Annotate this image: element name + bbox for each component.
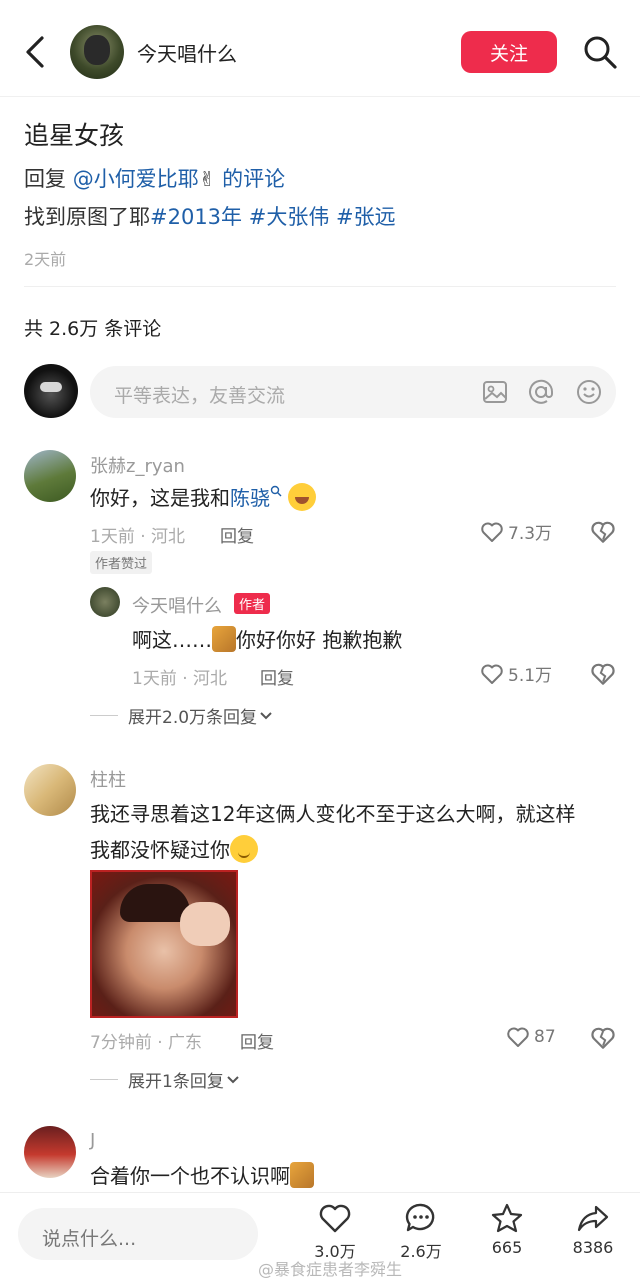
like-action[interactable]: 3.0万 (300, 1202, 370, 1262)
divider-dash (90, 1079, 118, 1080)
comment-text-line1: 我还寻思着这12年这俩人变化不至于这么大啊，就这样 (90, 802, 576, 826)
heart-icon (481, 664, 503, 684)
like-count: 5.1万 (508, 666, 553, 686)
hashtag-2013[interactable]: #2013年 (150, 205, 242, 229)
post-title: 追星女孩 (24, 121, 125, 150)
comment-text: 合着你一个也不认识啊 (90, 1160, 314, 1189)
reply-prefix: 回复 (24, 167, 73, 191)
comment-input-placeholder[interactable]: 平等表达，友善交流 (114, 381, 285, 408)
author-name[interactable]: 今天唱什么 (137, 38, 237, 67)
comment-total: 2.6万 (400, 1242, 442, 1261)
author-avatar[interactable] (70, 25, 124, 79)
reply-button[interactable]: 回复 (240, 1028, 274, 1053)
expand-replies-button[interactable]: 展开2.0万条回复 (90, 703, 273, 728)
like-button[interactable]: 7.3万 (480, 519, 552, 544)
hashtag-zhangyuan[interactable]: #张远 (336, 205, 396, 229)
reply-text: 啊这…… 你好你好 抱歉抱歉 (132, 624, 402, 653)
reply-button[interactable]: 回复 (260, 664, 294, 689)
share-action[interactable]: 8386 (558, 1202, 628, 1257)
share-arrow-icon (577, 1205, 609, 1232)
like-count: 7.3万 (508, 524, 553, 544)
reply-suffix[interactable]: 的评论 (215, 167, 285, 191)
post-text-line: 找到原图了耶#2013年 #大张伟 #张远 (24, 201, 396, 231)
chevron-down-icon (227, 1075, 239, 1083)
emoji-icon[interactable] (576, 379, 602, 405)
content-divider (24, 286, 616, 287)
back-chevron-icon[interactable] (22, 34, 52, 70)
expand-replies-button[interactable]: 展开1条回复 (90, 1067, 240, 1092)
expand-replies-label: 展开2.0万条回复 (128, 708, 258, 728)
reply-text-part: 啊这…… (132, 628, 212, 652)
smile-emoji (230, 835, 258, 863)
follow-button[interactable]: 关注 (461, 31, 557, 73)
author-badge: 作者 (234, 593, 271, 614)
like-button[interactable]: 5.1万 (480, 661, 552, 686)
commenter-name[interactable]: 张赫z_ryan (90, 452, 185, 478)
watermark: @暴食症患者李舜生 (258, 1260, 403, 1279)
comment-text-part: 我都没怀疑过你 (90, 838, 230, 862)
star-total: 665 (491, 1238, 523, 1257)
comment-text-part: 合着你一个也不认识啊 (90, 1164, 290, 1188)
like-count: 87 (534, 1027, 556, 1047)
say-something-placeholder[interactable]: 说点什么... (42, 1224, 136, 1251)
reply-text-part: 你好你好 抱歉抱歉 (236, 628, 403, 652)
heart-icon (507, 1027, 529, 1047)
comment-count: 共 2.6万 条评论 (24, 318, 162, 340)
reply-author-name[interactable]: 今天唱什么 (132, 592, 222, 618)
dislike-icon[interactable] (590, 519, 616, 545)
cat-sticker (290, 1162, 314, 1188)
comment-text: 你好，这是我和陈骁 (90, 482, 317, 511)
comment-time-location: 7分钟前 · 广东 (90, 1033, 203, 1053)
commenter-avatar[interactable] (24, 450, 76, 502)
image-icon[interactable] (482, 379, 508, 405)
star-icon (491, 1203, 523, 1233)
comment-text-line2: 我都没怀疑过你 (90, 834, 258, 863)
comment-bubble-icon (405, 1203, 435, 1232)
commenter-avatar[interactable] (24, 1126, 76, 1178)
star-action[interactable]: 665 (472, 1202, 542, 1257)
commenter-name[interactable]: 柱柱 (90, 766, 126, 792)
mention-link[interactable]: @小何爱比耶 (73, 167, 199, 191)
share-total: 8386 (572, 1238, 614, 1257)
dislike-icon[interactable] (590, 1025, 616, 1051)
author-liked-badge: 作者赞过 (90, 551, 153, 574)
post-reply-line: 回复 @小何爱比耶✌ 的评论 (24, 163, 285, 193)
post-time: 2天前 (24, 250, 67, 269)
heart-icon (319, 1204, 351, 1233)
divider-dash (90, 715, 118, 716)
header-divider (0, 96, 640, 97)
cat-sticker (212, 626, 236, 652)
comment-action[interactable]: 2.6万 (386, 1202, 456, 1262)
reply-author-avatar[interactable] (90, 587, 120, 617)
my-avatar[interactable] (24, 364, 78, 418)
like-button[interactable]: 87 (506, 1025, 556, 1049)
commenter-avatar[interactable] (24, 764, 76, 816)
comment-time-location: 1天前 · 河北 (90, 527, 186, 547)
commenter-name[interactable]: J (90, 1130, 95, 1151)
laughing-emoji (288, 483, 317, 511)
mention-link[interactable]: 陈骁 (230, 486, 270, 510)
reply-time-location: 1天前 · 河北 (132, 669, 228, 689)
comment-image[interactable] (90, 870, 238, 1018)
expand-replies-label: 展开1条回复 (128, 1072, 224, 1092)
hashtag-dazhangwei[interactable]: #大张伟 (249, 205, 330, 229)
at-icon[interactable] (528, 379, 554, 405)
search-icon (270, 485, 282, 497)
search-icon[interactable] (582, 34, 618, 70)
chevron-down-icon (260, 711, 272, 719)
dislike-icon[interactable] (590, 661, 616, 687)
comment-text-part: 你好，这是我和 (90, 486, 230, 510)
heart-icon (481, 522, 503, 542)
post-text: 找到原图了耶 (24, 205, 150, 229)
reply-button[interactable]: 回复 (220, 522, 254, 547)
victory-emoji: ✌ (198, 167, 216, 191)
